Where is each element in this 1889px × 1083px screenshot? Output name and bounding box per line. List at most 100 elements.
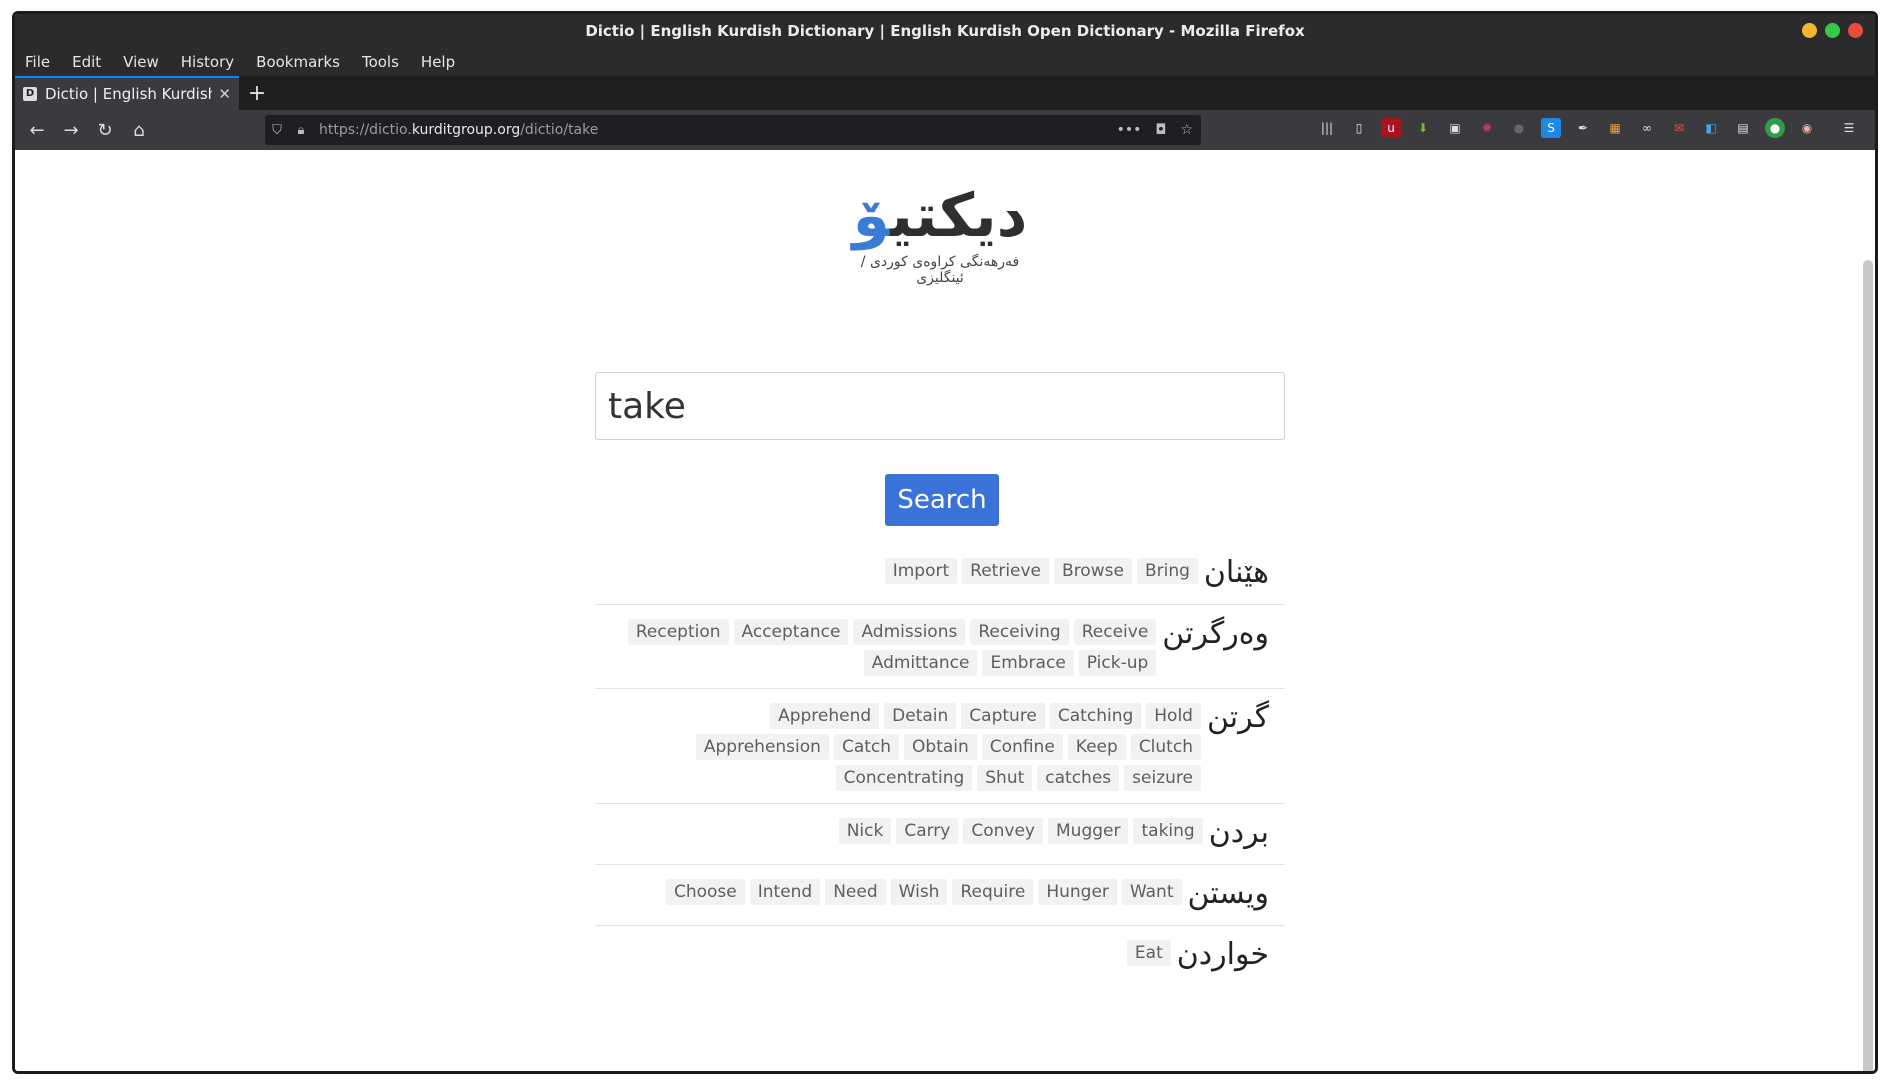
library-icon[interactable]: ||| — [1317, 118, 1337, 138]
translation-tag[interactable]: Admissions — [853, 619, 966, 645]
maximize-button[interactable] — [1825, 23, 1840, 38]
result-row: Nick Carry Convey Mugger taking بردن — [595, 804, 1285, 865]
tab-title: Dictio | English Kurdish D — [44, 85, 213, 103]
translation-tag[interactable]: Catch — [833, 734, 900, 760]
page-actions-icon[interactable]: ••• — [1117, 122, 1142, 138]
translation-tag[interactable]: Nick — [838, 818, 892, 844]
menu-bookmarks[interactable]: Bookmarks — [256, 53, 340, 71]
search-button[interactable]: Search — [885, 474, 999, 526]
translation-tag[interactable]: taking — [1133, 818, 1203, 844]
close-button[interactable] — [1848, 23, 1863, 38]
screenshot-icon[interactable]: ◧ — [1701, 118, 1721, 138]
favicon-icon: D — [23, 87, 37, 101]
translation-tag[interactable]: Obtain — [904, 734, 977, 760]
extension-link-icon[interactable]: ∞ — [1637, 118, 1657, 138]
kurdish-word: بردن — [1208, 815, 1269, 850]
translation-tag[interactable]: Capture — [961, 703, 1045, 729]
translation-tag[interactable]: Embrace — [982, 650, 1074, 676]
translation-tag[interactable]: Wish — [890, 879, 948, 905]
site-logo[interactable]: دیکتیۆ فەرهەنگی کراوەی کوردی / ئینگلیزی — [835, 180, 1045, 286]
account-avatar-icon[interactable]: ◉ — [1797, 118, 1817, 138]
logo-text: دیکتیۆ — [852, 181, 1028, 251]
translation-tag[interactable]: Intend — [749, 879, 821, 905]
translation-tags: Eat — [1126, 940, 1171, 966]
translation-tag[interactable]: Require — [952, 879, 1034, 905]
pocket-icon[interactable]: ◘ — [1155, 122, 1166, 138]
translation-tag[interactable]: Pick-up — [1078, 650, 1157, 676]
extension-target-icon[interactable]: ✺ — [1477, 118, 1497, 138]
translation-tags: Import Retrieve Browse Bring — [884, 558, 1198, 584]
window-title: Dictio | English Kurdish Dictionary | En… — [585, 22, 1305, 40]
translation-tag[interactable]: Concentrating — [835, 765, 973, 791]
translation-tag[interactable]: Browse — [1054, 558, 1132, 584]
translation-tag[interactable]: Reception — [627, 619, 729, 645]
menu-history[interactable]: History — [181, 53, 234, 71]
close-tab-icon[interactable]: ✕ — [218, 85, 231, 103]
translation-tag[interactable]: Hunger — [1038, 879, 1117, 905]
shield-icon[interactable]: ⛉ — [265, 123, 289, 138]
reader-icon[interactable]: ▤ — [1733, 118, 1753, 138]
menu-help[interactable]: Help — [421, 53, 455, 71]
translation-tag[interactable]: Choose — [665, 879, 745, 905]
tab-dictio[interactable]: D Dictio | English Kurdish D ✕ — [15, 76, 239, 110]
translation-tag[interactable]: Need — [825, 879, 886, 905]
translation-tag[interactable]: Catching — [1049, 703, 1142, 729]
scrollbar[interactable] — [1863, 260, 1873, 1071]
ublock-icon[interactable]: u — [1381, 118, 1401, 138]
menu-tools[interactable]: Tools — [362, 53, 399, 71]
reload-icon[interactable]: ↻ — [89, 114, 121, 146]
translation-tag[interactable]: Receive — [1073, 619, 1157, 645]
menu-file[interactable]: File — [25, 53, 50, 71]
result-row: Choose Intend Need Wish Require Hunger Want ویس… — [595, 865, 1285, 926]
kurdish-word: خواردن — [1176, 937, 1269, 972]
translation-tag[interactable]: Detain — [884, 703, 957, 729]
extension-grid-icon[interactable]: ▦ — [1605, 118, 1625, 138]
translation-tag[interactable]: Confine — [981, 734, 1063, 760]
minimize-button[interactable] — [1802, 23, 1817, 38]
translation-tag[interactable]: Bring — [1136, 558, 1198, 584]
translation-tag[interactable]: Convey — [963, 818, 1043, 844]
search-input[interactable]: take — [595, 372, 1285, 440]
home-icon[interactable]: ⌂ — [123, 114, 155, 146]
logo-subtitle: فەرهەنگی کراوەی کوردی / ئینگلیزی — [860, 254, 1020, 286]
menu-edit[interactable]: Edit — [72, 53, 101, 71]
back-icon[interactable]: ← — [21, 114, 53, 146]
skype-icon[interactable]: S — [1541, 118, 1561, 138]
translation-tag[interactable]: Receiving — [970, 619, 1069, 645]
translation-tag[interactable]: Keep — [1067, 734, 1126, 760]
forward-icon[interactable]: → — [55, 114, 87, 146]
translation-tag[interactable]: Clutch — [1130, 734, 1201, 760]
bookmark-star-icon[interactable]: ☆ — [1180, 122, 1193, 138]
translation-tag[interactable]: Apprehend — [770, 703, 880, 729]
translation-tag[interactable]: Hold — [1146, 703, 1201, 729]
extension-circle-icon[interactable]: ● — [1509, 118, 1529, 138]
translation-tag[interactable]: Acceptance — [733, 619, 849, 645]
extension-box-icon[interactable]: ▣ — [1445, 118, 1465, 138]
extension-icons: ||| ▯ u ⬇ ▣ ✺ ● S ✒ ▦ ∞ ✉ ◧ ▤ ● ◉ ☰ — [1317, 118, 1859, 138]
gmail-icon[interactable]: ✉ — [1669, 118, 1689, 138]
url-text[interactable]: https://dictio.kurditgroup.org/dictio/ta… — [319, 122, 598, 138]
kurdish-word: وەرگرتن — [1162, 616, 1269, 651]
translation-tags: Reception Acceptance Admissions Receiving Re… — [611, 619, 1157, 676]
translation-tag[interactable]: Import — [884, 558, 958, 584]
translation-tag[interactable]: seizure — [1124, 765, 1201, 791]
translation-tag[interactable]: Apprehension — [695, 734, 829, 760]
translation-tag[interactable]: Retrieve — [962, 558, 1050, 584]
translation-tag[interactable]: Carry — [896, 818, 959, 844]
lock-icon[interactable]: 🔒︎ — [289, 123, 313, 138]
translation-tag[interactable]: Shut — [977, 765, 1033, 791]
url-bar[interactable]: ⛉ 🔒︎ https://dictio.kurditgroup.org/dict… — [265, 115, 1201, 145]
translation-tag[interactable]: Mugger — [1048, 818, 1129, 844]
download-icon[interactable]: ⬇ — [1413, 118, 1433, 138]
menu-view[interactable]: View — [123, 53, 159, 71]
extension-feather-icon[interactable]: ✒ — [1573, 118, 1593, 138]
translation-tag[interactable]: catches — [1037, 765, 1120, 791]
translation-tags: Apprehend Detain Capture Catching Hold Appreh… — [641, 703, 1201, 791]
translation-tag[interactable]: Admittance — [863, 650, 978, 676]
menu-hamburger-icon[interactable]: ☰ — [1839, 118, 1859, 138]
extension-green-icon[interactable]: ● — [1765, 118, 1785, 138]
sidebar-icon[interactable]: ▯ — [1349, 118, 1369, 138]
new-tab-button[interactable]: + — [239, 76, 275, 110]
translation-tag[interactable]: Eat — [1126, 940, 1171, 966]
translation-tag[interactable]: Want — [1121, 879, 1182, 905]
